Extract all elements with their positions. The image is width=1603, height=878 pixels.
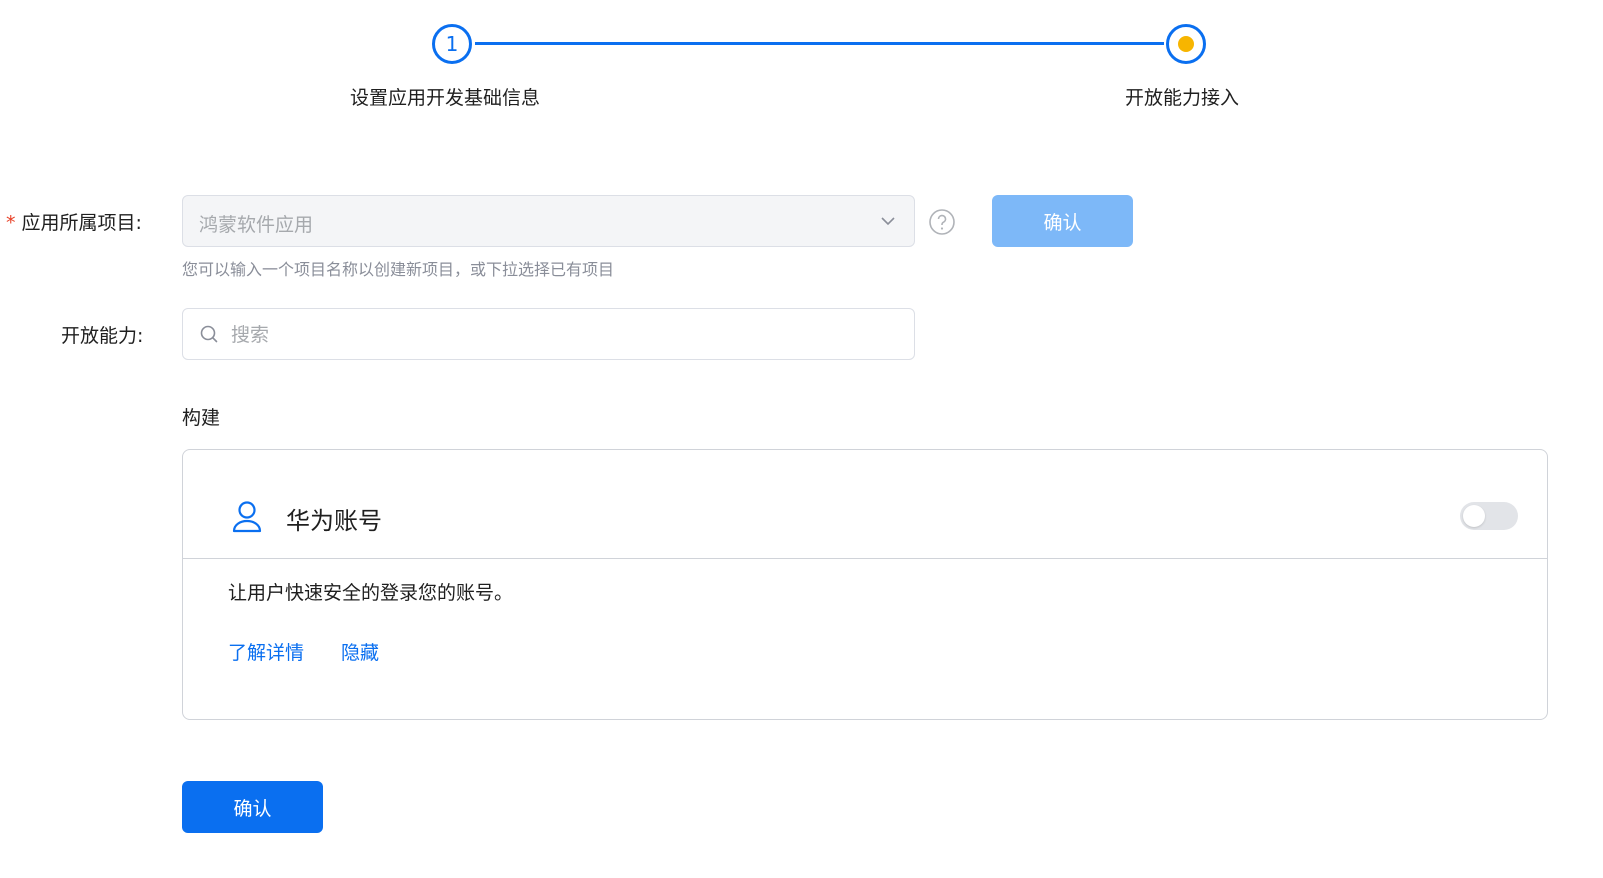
capability-toggle[interactable] bbox=[1460, 502, 1518, 530]
chevron-down-icon bbox=[881, 217, 895, 226]
step-1-number: 1 bbox=[445, 32, 459, 56]
project-hint-text: 您可以输入一个项目名称以创建新项目，或下拉选择已有项目 bbox=[182, 260, 615, 279]
card-divider bbox=[183, 558, 1547, 559]
capability-card-huawei-account: 华为账号 让用户快速安全的登录您的账号。 了解详情 隐藏 bbox=[182, 449, 1548, 720]
card-title: 华为账号 bbox=[286, 507, 382, 535]
search-icon bbox=[200, 325, 218, 343]
project-label-text: 应用所属项目: bbox=[21, 212, 142, 234]
step-1-indicator: 1 bbox=[432, 24, 472, 64]
step-1-label: 设置应用开发基础信息 bbox=[350, 87, 541, 109]
capability-search-box bbox=[182, 308, 915, 360]
learn-more-link[interactable]: 了解详情 bbox=[228, 638, 304, 665]
project-field-label: * 应用所属项目: bbox=[6, 208, 142, 235]
toggle-knob bbox=[1463, 505, 1485, 527]
required-mark: * bbox=[6, 212, 16, 234]
project-select[interactable]: 鸿蒙软件应用 bbox=[182, 195, 915, 247]
section-title-build: 构建 bbox=[182, 407, 221, 429]
user-icon bbox=[232, 501, 262, 533]
step-2-label: 开放能力接入 bbox=[1125, 87, 1240, 109]
capability-field-label: 开放能力: bbox=[61, 325, 144, 347]
step-2-indicator bbox=[1166, 24, 1206, 64]
current-step-dot-icon bbox=[1178, 36, 1194, 52]
card-description: 让用户快速安全的登录您的账号。 bbox=[228, 582, 514, 604]
project-confirm-button[interactable]: 确认 bbox=[992, 195, 1133, 247]
hide-link[interactable]: 隐藏 bbox=[341, 638, 379, 665]
capability-search-input[interactable] bbox=[229, 319, 893, 351]
project-select-value: 鸿蒙软件应用 bbox=[199, 214, 314, 236]
stepper-connector-line bbox=[475, 42, 1164, 45]
footer-confirm-button[interactable]: 确认 bbox=[182, 781, 323, 833]
question-circle-icon[interactable] bbox=[928, 208, 956, 236]
